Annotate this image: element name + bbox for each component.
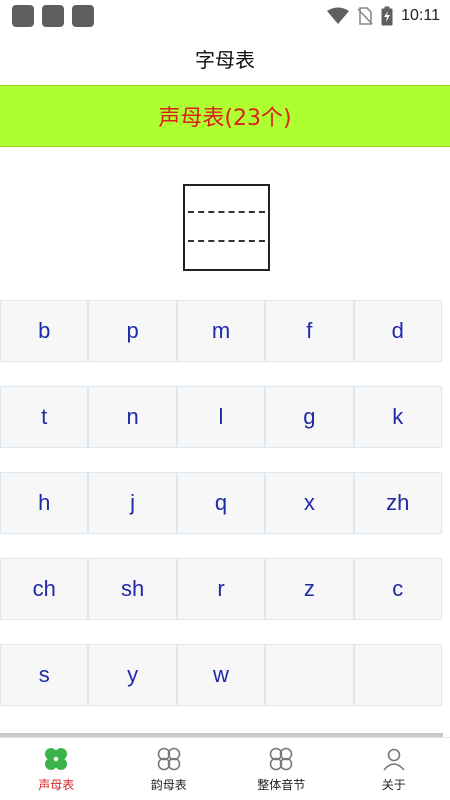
- status-bar: 10:11: [0, 0, 450, 32]
- nav-item-finals[interactable]: 韵母表: [113, 738, 226, 800]
- nav-item-initials[interactable]: 声母表: [0, 738, 113, 800]
- wifi-icon: [327, 7, 350, 24]
- four-circles-icon: [157, 747, 181, 771]
- notification-icon: [12, 5, 34, 27]
- letter-cell[interactable]: p: [88, 300, 177, 362]
- letter-cell[interactable]: k: [353, 386, 442, 448]
- initials-grid: b p m f d t n l g k h j q x zh ch sh r z…: [0, 300, 442, 730]
- bottom-nav: 声母表 韵母表 整体音节 关于: [0, 737, 450, 800]
- page-title: 字母表: [195, 48, 255, 72]
- letter-cell[interactable]: s: [0, 644, 89, 706]
- no-sim-icon: [357, 7, 373, 25]
- notification-icon: [42, 5, 64, 27]
- letter-cell[interactable]: y: [88, 644, 177, 706]
- guide-line: [188, 240, 265, 242]
- empty-cell: [265, 644, 354, 706]
- banner-title: 声母表(23个): [158, 106, 292, 131]
- nav-label: 整体音节: [257, 778, 306, 792]
- grid-row: h j q x zh: [0, 472, 442, 534]
- battery-charging-icon: [381, 6, 393, 26]
- letter-cell[interactable]: g: [265, 386, 354, 448]
- letter-cell[interactable]: f: [265, 300, 354, 362]
- letter-cell[interactable]: r: [176, 558, 266, 620]
- writing-box: [183, 184, 270, 271]
- letter-cell[interactable]: l: [176, 386, 266, 448]
- letter-cell[interactable]: sh: [88, 558, 177, 620]
- letter-cell[interactable]: n: [88, 386, 177, 448]
- letter-cell[interactable]: b: [0, 300, 89, 362]
- status-indicators: 10:11: [327, 4, 440, 28]
- letter-cell[interactable]: c: [353, 558, 442, 620]
- nav-label: 韵母表: [150, 778, 187, 792]
- letter-cell[interactable]: w: [176, 644, 266, 706]
- grid-row: t n l g k: [0, 386, 442, 448]
- letter-cell[interactable]: ch: [0, 558, 89, 620]
- guide-line: [188, 211, 265, 213]
- nav-item-whole-syllables[interactable]: 整体音节: [225, 738, 338, 800]
- notification-icon: [72, 5, 94, 27]
- section-banner: 声母表(23个): [0, 85, 450, 147]
- letter-cell[interactable]: q: [176, 472, 266, 534]
- app-bar: 字母表: [0, 32, 450, 85]
- grid-row: b p m f d: [0, 300, 442, 362]
- grid-row: s y w: [0, 644, 442, 706]
- grid-row: ch sh r z c: [0, 558, 442, 620]
- four-circles-icon: [269, 747, 293, 771]
- nav-label: 关于: [381, 778, 406, 792]
- letter-cell[interactable]: zh: [353, 472, 442, 534]
- letter-cell[interactable]: j: [88, 472, 177, 534]
- clover-icon: [45, 748, 68, 770]
- nav-item-about[interactable]: 关于: [338, 738, 450, 800]
- person-icon: [383, 748, 405, 771]
- empty-cell: [353, 644, 442, 706]
- letter-cell[interactable]: m: [176, 300, 266, 362]
- clock: 10:11: [401, 7, 440, 24]
- letter-cell[interactable]: z: [265, 558, 354, 620]
- letter-cell[interactable]: d: [353, 300, 442, 362]
- letter-cell[interactable]: t: [0, 386, 89, 448]
- nav-label: 声母表: [38, 778, 75, 792]
- letter-cell[interactable]: h: [0, 472, 89, 534]
- letter-cell[interactable]: x: [265, 472, 354, 534]
